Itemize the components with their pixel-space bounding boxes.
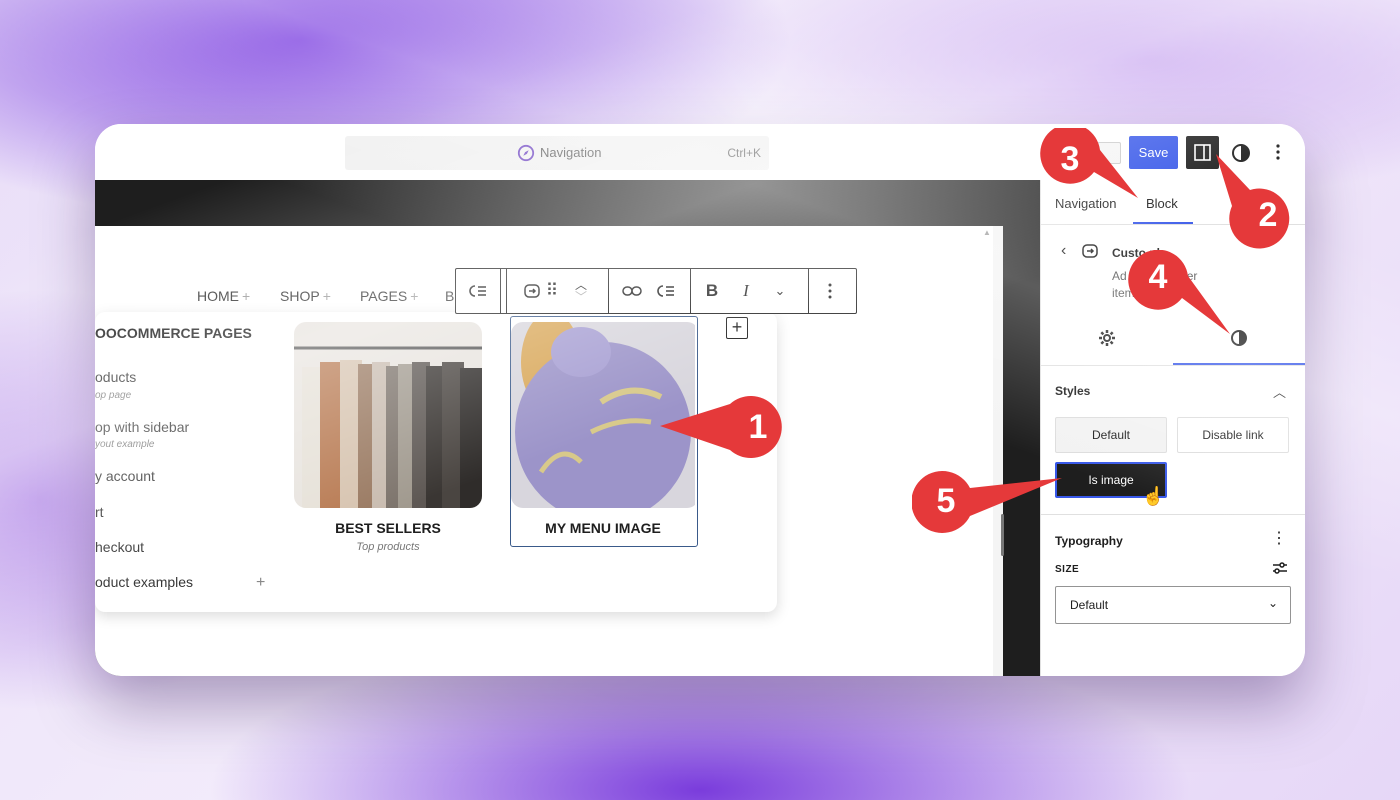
style-disable-link-button[interactable]: Disable link	[1177, 417, 1289, 453]
menu-link-cart[interactable]: rt	[95, 504, 104, 520]
custom-size-toggle-icon[interactable]	[1271, 560, 1289, 576]
font-size-select-value: Default	[1070, 598, 1109, 612]
toolbar-separator	[608, 269, 609, 313]
canvas-scrollbar[interactable]	[993, 226, 1003, 676]
compass-icon	[517, 144, 535, 162]
add-block-button[interactable]: +	[726, 317, 748, 339]
callout-4: 4	[1126, 249, 1236, 345]
divider	[1041, 514, 1305, 515]
parent-block-button[interactable]	[460, 269, 496, 313]
menu-link-products-desc: op page	[95, 390, 132, 401]
submenu-icon	[469, 285, 486, 297]
command-palette-button[interactable]: Navigation Ctrl+K	[345, 136, 769, 170]
back-chevron-icon[interactable]: ‹	[1061, 242, 1066, 260]
style-default-button[interactable]: Default	[1055, 417, 1167, 453]
link-button[interactable]	[614, 269, 650, 313]
hand-cursor-icon: ☝	[1142, 486, 1165, 506]
callout-1: 1	[660, 396, 790, 465]
block-options-button[interactable]	[812, 269, 848, 313]
menu-link-product-examples[interactable]: oduct examples	[95, 574, 193, 590]
font-size-select[interactable]: Default ⌄	[1055, 586, 1291, 624]
callout-1-number: 1	[748, 408, 768, 446]
menu-link-shop-sidebar[interactable]: op with sidebar	[95, 419, 189, 435]
chevron-up-icon[interactable]: ︿	[1273, 382, 1286, 401]
callout-2: 2	[1210, 150, 1306, 255]
custom-link-icon	[524, 284, 540, 298]
chevron-down-icon[interactable]: ﹀	[575, 291, 587, 303]
best-sellers-title[interactable]: BEST SELLERS	[294, 520, 482, 536]
link-icon	[622, 286, 642, 296]
size-label: SIZE	[1055, 564, 1080, 575]
menu-link-my-account[interactable]: y account	[95, 468, 155, 484]
callout-5: 5	[911, 470, 1072, 539]
toolbar-separator	[690, 269, 691, 313]
more-vertical-icon	[828, 283, 832, 299]
best-sellers-image[interactable]	[294, 322, 482, 508]
menu-link-checkout[interactable]: heckout	[95, 539, 144, 555]
drag-handle-icon[interactable]: ⠿	[540, 269, 564, 313]
nav-item-partial[interactable]: B	[445, 288, 454, 304]
more-vertical-icon[interactable]: ⋮	[1271, 528, 1287, 548]
callout-2-number: 2	[1258, 196, 1278, 234]
menu-column-heading: OOCOMMERCE PAGES	[95, 325, 252, 341]
italic-button[interactable]: I	[728, 269, 764, 313]
styles-section-title[interactable]: Styles	[1055, 384, 1090, 398]
nav-item-pages[interactable]: PAGES +	[360, 288, 418, 304]
toolbar-separator	[808, 269, 809, 313]
callout-3: 3	[1038, 123, 1144, 213]
chevron-down-icon: ⌄	[1267, 596, 1278, 610]
bold-button[interactable]: B	[694, 269, 730, 313]
toolbar-separator	[500, 269, 501, 313]
more-formatting-chevron-icon[interactable]: ⌄	[762, 269, 798, 313]
callout-4-number: 4	[1148, 258, 1168, 296]
menu-link-shop-sidebar-desc: yout example	[95, 439, 155, 450]
nav-item-shop[interactable]: SHOP +	[280, 288, 331, 304]
menu-link-products[interactable]: oducts	[95, 369, 136, 385]
scroll-up-arrow[interactable]: ▲	[983, 228, 991, 237]
divider	[1041, 365, 1305, 366]
block-toolbar: ⠿ ︿ ﹀ B I ⌄	[455, 268, 857, 314]
move-up-down-button[interactable]: ︿ ﹀	[566, 269, 596, 313]
toolbar-separator	[506, 269, 507, 313]
command-palette-shortcut: Ctrl+K	[727, 146, 761, 160]
command-palette-label: Navigation	[540, 145, 602, 160]
nav-item-home[interactable]: HOME +	[197, 288, 250, 304]
best-sellers-subtitle: Top products	[356, 541, 420, 553]
gear-icon[interactable]	[1097, 328, 1117, 348]
add-submenu-icon[interactable]: +	[256, 574, 265, 592]
callout-3-number: 3	[1060, 140, 1080, 178]
callout-5-number: 5	[936, 482, 956, 520]
submenu-icon	[657, 285, 674, 297]
add-submenu-button[interactable]	[648, 269, 684, 313]
custom-link-icon	[1082, 244, 1098, 258]
tab-block[interactable]: Block	[1146, 196, 1178, 211]
